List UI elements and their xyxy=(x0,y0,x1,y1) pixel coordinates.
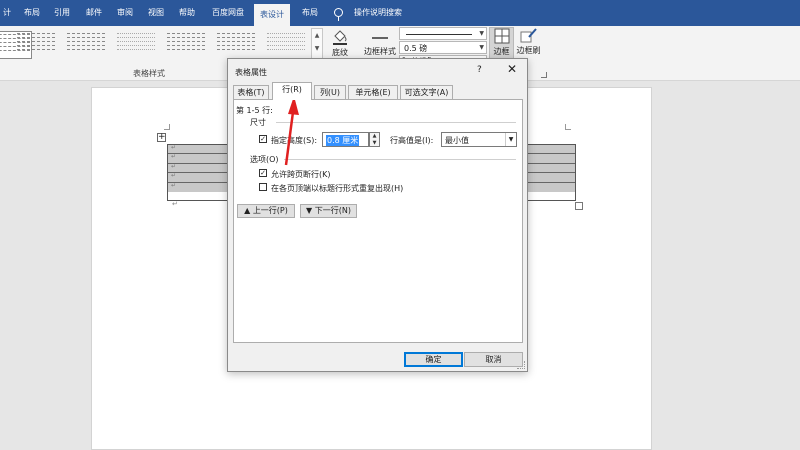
cancel-button[interactable]: 取消 xyxy=(464,352,523,367)
table-row[interactable]: ↵ xyxy=(168,181,228,192)
specify-height-checkbox[interactable]: ✓ xyxy=(259,135,267,143)
ok-button[interactable]: 确定 xyxy=(404,352,463,367)
divider xyxy=(276,122,516,123)
dialog-title: 表格属性 xyxy=(235,68,267,77)
row-height-rule-select[interactable]: 最小值 ▼ xyxy=(441,132,517,147)
tab-help[interactable]: 帮助 xyxy=(173,0,201,26)
search-box[interactable]: 操作说明搜索 xyxy=(350,0,406,26)
triangle-up-icon: ▲ xyxy=(244,206,253,215)
line-style-select[interactable]: ▼ xyxy=(399,27,487,40)
table-style-swatch[interactable] xyxy=(216,31,256,59)
tab-layout[interactable]: 布局 xyxy=(18,0,46,26)
rows-label: 第 1-5 行: xyxy=(236,106,273,115)
lightbulb-search-icon[interactable] xyxy=(334,8,343,21)
table-row[interactable]: ↵ xyxy=(168,153,228,164)
table-row[interactable] xyxy=(527,145,575,155)
table[interactable]: ↵ ↵ ↵ ↵ ↵ xyxy=(167,144,229,201)
table-row[interactable]: ↵ xyxy=(168,162,228,174)
crop-mark xyxy=(164,124,170,130)
paragraph-mark-icon: ↵ xyxy=(171,181,177,189)
tab-column[interactable]: 列(U) xyxy=(314,85,346,99)
table-style-swatch[interactable] xyxy=(266,31,306,59)
next-row-button[interactable]: ▼ 下一行(N) xyxy=(300,204,357,218)
paragraph-mark-icon: ↵ xyxy=(171,172,177,180)
previous-row-button[interactable]: ▲ 上一行(P) xyxy=(237,204,295,218)
borders-icon xyxy=(494,28,509,44)
dialog-launcher-icon[interactable] xyxy=(541,72,547,78)
resize-grip-icon[interactable] xyxy=(517,361,525,369)
repeat-header-label: 在各页顶端以标题行形式重复出现(H) xyxy=(271,184,404,193)
size-section-label: 尺寸 xyxy=(250,118,266,127)
paragraph-mark-icon: ↵ xyxy=(171,144,177,151)
tab-table-layout[interactable]: 布局 xyxy=(296,0,324,26)
repeat-header-checkbox[interactable] xyxy=(259,183,267,191)
table-style-swatch[interactable] xyxy=(16,31,56,59)
table-properties-dialog: 表格属性 ? ✕ 表格(T) 行(R) 列(U) 单元格(E) 可选文字(A) … xyxy=(227,58,528,372)
table-row[interactable] xyxy=(527,163,575,174)
tab-mailings[interactable]: 邮件 xyxy=(80,0,108,26)
tab-cell[interactable]: 单元格(E) xyxy=(348,85,398,99)
paragraph-mark-icon: ↵ xyxy=(171,153,177,161)
close-button[interactable]: ✕ xyxy=(507,62,517,76)
table-row[interactable]: ↵ xyxy=(168,172,228,183)
allow-break-label: 允许跨页断行(K) xyxy=(271,170,331,179)
tab-view[interactable]: 视图 xyxy=(142,0,170,26)
table-row[interactable] xyxy=(527,154,575,164)
table-row[interactable] xyxy=(527,182,575,192)
tab-review[interactable]: 审阅 xyxy=(111,0,139,26)
tab-references[interactable]: 引用 xyxy=(48,0,76,26)
chevron-up-icon[interactable]: ▲ xyxy=(312,29,322,42)
crop-mark xyxy=(565,124,571,130)
divider xyxy=(284,159,516,160)
tab-baidu-netdisk[interactable]: 百度网盘 xyxy=(204,0,252,26)
row-height-input[interactable]: 0.8 厘米 xyxy=(322,132,369,147)
options-section-label: 选项(O) xyxy=(250,155,279,164)
help-button[interactable]: ? xyxy=(477,65,482,75)
border-painter-icon xyxy=(520,28,537,43)
spin-down-icon[interactable]: ▼ xyxy=(370,140,379,147)
tab-design[interactable]: 计 xyxy=(0,0,14,26)
triangle-down-icon: ▼ xyxy=(306,206,315,215)
table-resize-handle[interactable] xyxy=(575,202,583,210)
paint-bucket-icon xyxy=(333,30,347,45)
tab-table[interactable]: 表格(T) xyxy=(233,85,269,99)
tab-row[interactable]: 行(R) xyxy=(272,82,312,100)
table[interactable] xyxy=(526,144,576,201)
chevron-down-icon[interactable]: ▼ xyxy=(312,42,322,55)
group-label-table-styles: 表格样式 xyxy=(133,69,165,78)
allow-break-checkbox[interactable]: ✓ xyxy=(259,169,267,177)
paragraph-mark-icon: ↵ xyxy=(171,162,177,170)
table-row[interactable] xyxy=(527,173,575,183)
table-style-swatch[interactable] xyxy=(166,31,206,59)
chevron-down-icon: ▼ xyxy=(505,133,516,146)
row-height-spinner[interactable]: ▲ ▼ xyxy=(369,132,380,147)
table-style-swatch[interactable] xyxy=(116,31,156,59)
paragraph-mark-icon: ↵ xyxy=(172,200,178,208)
table-style-swatch[interactable] xyxy=(66,31,106,59)
tab-alt-text[interactable]: 可选文字(A) xyxy=(400,85,453,99)
table-move-handle-icon[interactable]: + xyxy=(157,133,166,142)
border-style-icon xyxy=(372,37,388,39)
ribbon-tab-bar: 计 布局 引用 邮件 审阅 视图 帮助 百度网盘 表设计 布局 操作说明搜索 xyxy=(0,0,800,26)
specify-height-label: 指定高度(S): xyxy=(271,136,318,145)
table-row[interactable]: ↵ xyxy=(168,144,228,155)
tab-table-design[interactable]: 表设计 xyxy=(254,4,290,26)
row-height-is-label: 行高值是(I): xyxy=(390,136,434,145)
line-weight-select[interactable]: 0.5 磅 ▼ xyxy=(399,41,487,54)
